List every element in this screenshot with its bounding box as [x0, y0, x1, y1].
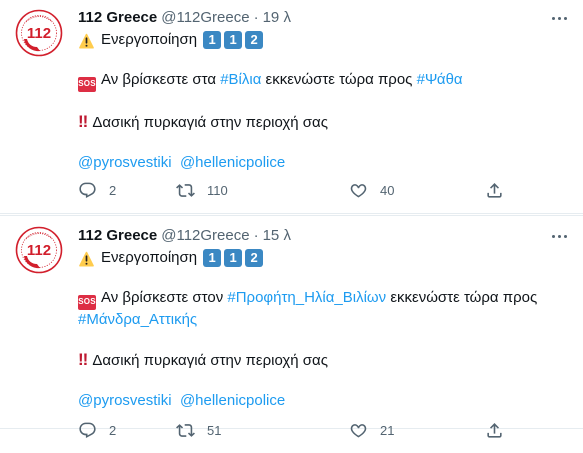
hashtag-link[interactable]: #Βίλια [220, 71, 261, 88]
mention-link[interactable]: @hellenicpolice [180, 154, 285, 171]
activation-text: Ενεργοποίηση [101, 31, 198, 48]
avatar-number: 112 [27, 242, 51, 259]
avatar-number: 112 [27, 25, 51, 42]
warning-text: Δασική πυρκαγιά στην περιοχή σας [92, 113, 328, 131]
separator-dot: · [253, 227, 259, 244]
retweet-icon [176, 181, 195, 200]
share-icon [485, 421, 504, 440]
reply-button[interactable]: 2 [78, 421, 176, 440]
keycap-1-icon: 1 [224, 249, 243, 267]
sos-icon: SOS [78, 76, 96, 92]
like-count: 40 [380, 182, 395, 198]
avatar[interactable]: 112 [15, 9, 63, 57]
mentions-line: @pyrosvestiki @hellenicpolice [78, 153, 568, 173]
action-bar: 2 51 21 [78, 420, 518, 440]
keycap-1-icon: 1 [203, 31, 222, 49]
heart-icon [349, 421, 368, 440]
reply-icon [78, 181, 97, 200]
avatar-logo-icon: 112 [15, 9, 63, 57]
keycap-1-icon: 1 [224, 31, 243, 49]
hashtag-link[interactable]: #Μάνδρα_Αττικής [78, 311, 197, 328]
tweet-body: 112 Greece @112Greece · 15 λ Ενεργοποίησ… [78, 226, 568, 411]
mentions-line: @pyrosvestiki @hellenicpolice [78, 391, 568, 411]
action-bar: 2 110 40 [78, 180, 518, 200]
avatar-logo-icon: 112 [15, 226, 63, 274]
like-button[interactable]: 21 [349, 421, 485, 440]
reply-count: 2 [109, 182, 117, 198]
evacuation-text-b: εκκενώστε τώρα προς [386, 289, 538, 306]
evacuation-line-cont: #Μάνδρα_Αττικής [78, 310, 568, 330]
evacuation-text-a: Αν βρίσκεστε στον [101, 289, 228, 306]
tweet-card[interactable]: 112 112 Greece @112Greece · 19 λ Ενεργοπ… [0, 0, 583, 214]
tweet-feed: 112 112 Greece @112Greece · 19 λ Ενεργοπ… [0, 0, 583, 453]
heart-icon [349, 181, 368, 200]
separator-dot: · [253, 9, 259, 26]
tweet-time[interactable]: 15 λ [263, 226, 291, 246]
share-icon [485, 181, 504, 200]
double-exclamation-icon: !! [78, 349, 88, 369]
like-count: 21 [380, 422, 395, 438]
activation-text: Ενεργοποίηση [101, 249, 198, 266]
tweet-header: 112 Greece @112Greece · 19 λ [78, 8, 568, 28]
keycap-2-icon: 2 [245, 31, 264, 49]
warning-line: !! Δασική πυρκαγιά στην περιοχή σας [78, 350, 568, 371]
warning-icon [78, 32, 95, 49]
more-icon[interactable] [550, 10, 568, 26]
mention-link[interactable]: @pyrosvestiki [78, 154, 172, 171]
like-button[interactable]: 40 [349, 181, 485, 200]
evacuation-text-a: Αν βρίσκεστε στα [101, 71, 221, 88]
share-button[interactable] [485, 421, 504, 440]
author-handle[interactable]: @112Greece [161, 226, 249, 246]
author-name[interactable]: 112 Greece [78, 8, 157, 28]
reply-icon [78, 421, 97, 440]
hashtag-link[interactable]: #Προφήτη_Ηλία_Βιλίων [227, 289, 386, 306]
warning-line: !! Δασική πυρκαγιά στην περιοχή σας [78, 112, 568, 133]
keycap-1-icon: 1 [203, 249, 222, 267]
double-exclamation-icon: !! [78, 111, 88, 131]
hashtag-link[interactable]: #Ψάθα [417, 71, 463, 88]
retweet-icon [176, 421, 195, 440]
retweet-button[interactable]: 110 [176, 181, 349, 200]
warning-text: Δασική πυρκαγιά στην περιοχή σας [92, 351, 328, 369]
more-icon[interactable] [550, 228, 568, 244]
avatar[interactable]: 112 [15, 226, 63, 274]
keycap-2-icon: 2 [245, 249, 264, 267]
evacuation-text-b: εκκενώστε τώρα προς [261, 71, 417, 88]
evacuation-line: SOS Αν βρίσκεστε στα #Βίλια εκκενώστε τώρ… [78, 70, 568, 92]
tweet-card[interactable]: 112 112 Greece @112Greece · 15 λ Ενεργοπ… [0, 215, 583, 429]
mention-link[interactable]: @pyrosvestiki [78, 392, 172, 409]
reply-button[interactable]: 2 [78, 181, 176, 200]
author-name[interactable]: 112 Greece [78, 226, 157, 246]
mention-link[interactable]: @hellenicpolice [180, 392, 285, 409]
reply-count: 2 [109, 422, 117, 438]
retweet-count: 51 [207, 422, 222, 438]
activation-line: Ενεργοποίηση 1 1 2 [78, 30, 568, 50]
retweet-button[interactable]: 51 [176, 421, 349, 440]
share-button[interactable] [485, 181, 504, 200]
author-handle[interactable]: @112Greece [161, 8, 249, 28]
sos-icon: SOS [78, 294, 96, 310]
tweet-body: 112 Greece @112Greece · 19 λ Ενεργοποίησ… [78, 8, 568, 173]
evacuation-line: SOS Αν βρίσκεστε στον #Προφήτη_Ηλία_Βιλίω… [78, 288, 568, 310]
tweet-header: 112 Greece @112Greece · 15 λ [78, 226, 568, 246]
warning-icon [78, 250, 95, 267]
tweet-time[interactable]: 19 λ [263, 8, 291, 28]
activation-line: Ενεργοποίηση 1 1 2 [78, 248, 568, 268]
retweet-count: 110 [207, 182, 228, 198]
